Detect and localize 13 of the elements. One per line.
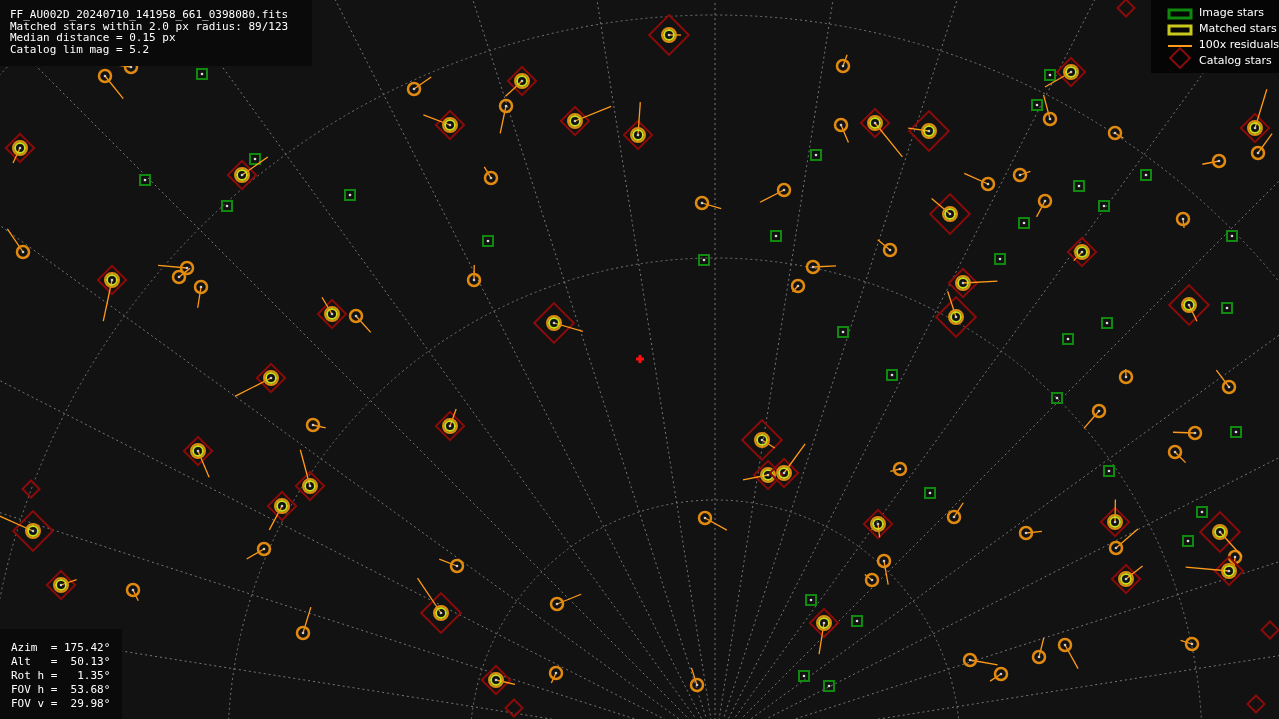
legend-label: Matched stars bbox=[1199, 21, 1277, 38]
info-text: FF_AU002D_20240710_141958_661_0398080.fits bbox=[10, 9, 290, 21]
pointing-text: Rot h = 1.35° bbox=[11, 669, 112, 683]
legend-label: 100x residuals bbox=[1198, 37, 1279, 54]
pointing-text: FOV v = 29.98° bbox=[11, 697, 112, 711]
info-text: Catalog lim mag = 5.2 bbox=[10, 43, 151, 55]
pointing-text: FOV h = 53.68° bbox=[11, 683, 112, 697]
info-text: Matched stars within 2.0 px radius: 89/123 bbox=[10, 20, 290, 32]
legend-label: Image stars bbox=[1199, 5, 1264, 22]
legend-label: Catalog stars bbox=[1199, 53, 1272, 70]
pointing-text: Alt = 50.13° bbox=[11, 655, 112, 669]
pointing-text: Azim = 175.42° bbox=[11, 641, 112, 655]
info-text: Median distance = 0.15 px bbox=[10, 32, 176, 44]
